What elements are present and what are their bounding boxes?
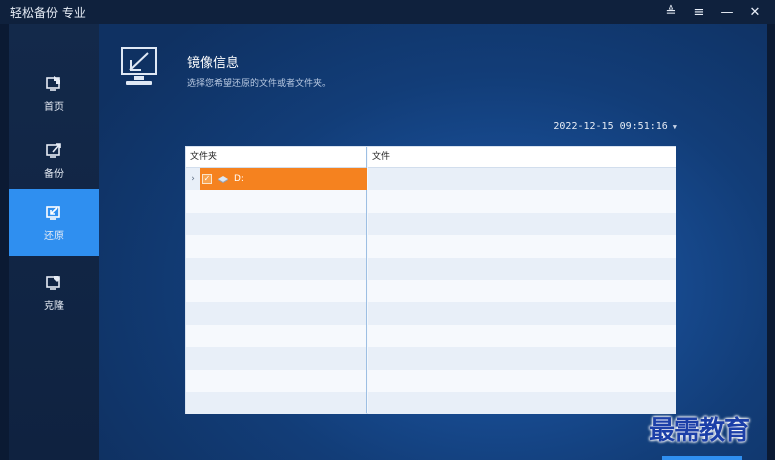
sidebar-item-label: 首页 (44, 102, 64, 113)
table-row (368, 168, 676, 191)
expand-arrow-icon[interactable]: › (186, 174, 200, 184)
table-row (186, 302, 366, 325)
main-panel: 镜像信息 选择您希望还原的文件或者文件夹。 2022-12-15 09:51:1… (99, 24, 767, 460)
table-row (368, 190, 676, 213)
menu-icon[interactable]: ≡ (685, 0, 713, 24)
table-row (186, 347, 366, 370)
sidebar-item-label: 备份 (44, 169, 64, 180)
clone-icon (46, 276, 60, 290)
table-row (186, 369, 366, 392)
table-row (368, 212, 676, 236)
table-row (186, 212, 366, 236)
table-row (368, 347, 676, 370)
folder-column: 文件夹 › ✓ D: (186, 147, 367, 415)
drive-label: D: (234, 174, 244, 184)
drive-icon (218, 176, 228, 183)
sidebar-item-home[interactable]: 首页 (9, 60, 99, 127)
next-button-edge[interactable] (662, 456, 742, 460)
table-row (186, 279, 366, 303)
tree-item-drive-d[interactable]: › ✓ D: (186, 168, 367, 190)
chevron-down-icon: ▼ (672, 123, 677, 131)
page-title: 镜像信息 (187, 56, 240, 71)
watermark: 最需教育 (649, 416, 750, 446)
window-right-edge (767, 24, 775, 460)
table-row (186, 235, 366, 258)
sidebar-item-label: 还原 (44, 231, 64, 242)
file-rows (368, 168, 676, 415)
column-header-file: 文件 (368, 147, 676, 168)
table-row (368, 235, 676, 258)
home-icon (46, 76, 60, 91)
table-row (368, 324, 676, 348)
backup-icon (46, 143, 61, 158)
title-bar: 轻松备份 专业 ≜ ≡ — ✕ (0, 0, 775, 24)
backup-date-dropdown[interactable]: 2022-12-15 09:51:16 ▼ (553, 121, 677, 132)
table-row (186, 391, 366, 415)
window-controls: ≜ ≡ — ✕ (657, 0, 769, 24)
table-row (368, 391, 676, 415)
folder-rows (186, 168, 366, 415)
table-row (186, 257, 366, 280)
drive-checkbox[interactable]: ✓ (202, 174, 212, 184)
table-row (368, 302, 676, 325)
table-row (368, 257, 676, 280)
sidebar-item-restore[interactable]: 还原 (9, 189, 99, 256)
sidebar-item-label: 克隆 (44, 301, 64, 312)
page-subtitle: 选择您希望还原的文件或者文件夹。 (187, 79, 332, 89)
tree-item-selected[interactable]: ✓ D: (200, 168, 367, 190)
backup-date-value: 2022-12-15 09:51:16 (553, 121, 668, 132)
sidebar: 首页 备份 还原 克隆 (9, 24, 99, 460)
sidebar-item-backup[interactable]: 备份 (9, 127, 99, 194)
upgrade-icon[interactable]: ≜ (657, 0, 685, 24)
table-row (368, 279, 676, 303)
image-restore-icon (121, 47, 157, 85)
app-title: 轻松备份 专业 (10, 5, 86, 20)
file-column: 文件 (368, 147, 676, 415)
table-row (186, 190, 366, 213)
sidebar-item-clone[interactable]: 克隆 (9, 259, 99, 326)
file-browser-table: 文件夹 › ✓ D: 文件 (185, 146, 676, 415)
table-row (368, 369, 676, 392)
minimize-icon[interactable]: — (713, 0, 741, 24)
window-left-edge (0, 24, 9, 460)
close-icon[interactable]: ✕ (741, 0, 769, 24)
table-row (186, 324, 366, 348)
restore-icon (46, 206, 60, 220)
column-header-folder: 文件夹 (186, 147, 366, 168)
